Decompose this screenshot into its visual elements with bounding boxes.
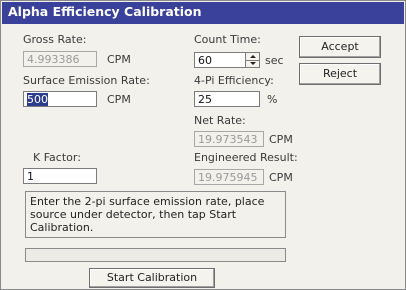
calibration-progress-bar (25, 248, 286, 262)
k-factor-input[interactable]: 1 (23, 168, 97, 184)
gross-rate-field: 4.993386 (23, 51, 97, 67)
instruction-message: Enter the 2-pi surface emission rate, pl… (25, 191, 286, 238)
count-time-input[interactable]: 60 (194, 52, 246, 68)
accept-button[interactable]: Accept (299, 36, 381, 58)
engineered-result-unit: CPM (269, 171, 293, 184)
net-rate-field: 19.973543 (194, 131, 264, 147)
net-rate-unit: CPM (269, 133, 293, 146)
count-time-stepper[interactable] (245, 52, 260, 68)
surface-emission-label: Surface Emission Rate: (23, 74, 150, 87)
count-time-label: Count Time: (194, 33, 261, 46)
window-title: Alpha Efficiency Calibration (8, 4, 202, 19)
net-rate-label: Net Rate: (194, 114, 246, 127)
gross-rate-unit: CPM (107, 53, 131, 66)
engineered-result-field: 19.975945 (194, 169, 264, 185)
gross-rate-label: Gross Rate: (23, 33, 87, 46)
engineered-result-label: Engineered Result: (194, 151, 298, 164)
efficiency-label: 4-Pi Efficiency: (194, 74, 274, 87)
efficiency-input[interactable]: 25 (194, 91, 260, 107)
efficiency-unit: % (267, 93, 278, 106)
reject-button[interactable]: Reject (299, 63, 381, 85)
start-calibration-button[interactable]: Start Calibration (89, 268, 215, 288)
title-bar: Alpha Efficiency Calibration (2, 2, 404, 24)
surface-emission-unit: CPM (107, 93, 131, 106)
surface-emission-input[interactable]: 500 (23, 91, 97, 107)
calibration-window: Alpha Efficiency Calibration Gross Rate:… (0, 0, 406, 290)
k-factor-label: K Factor: (33, 151, 81, 164)
surface-emission-value: 500 (27, 93, 48, 106)
spin-down-arrow-icon[interactable] (246, 60, 259, 67)
count-time-unit: sec (265, 54, 284, 67)
